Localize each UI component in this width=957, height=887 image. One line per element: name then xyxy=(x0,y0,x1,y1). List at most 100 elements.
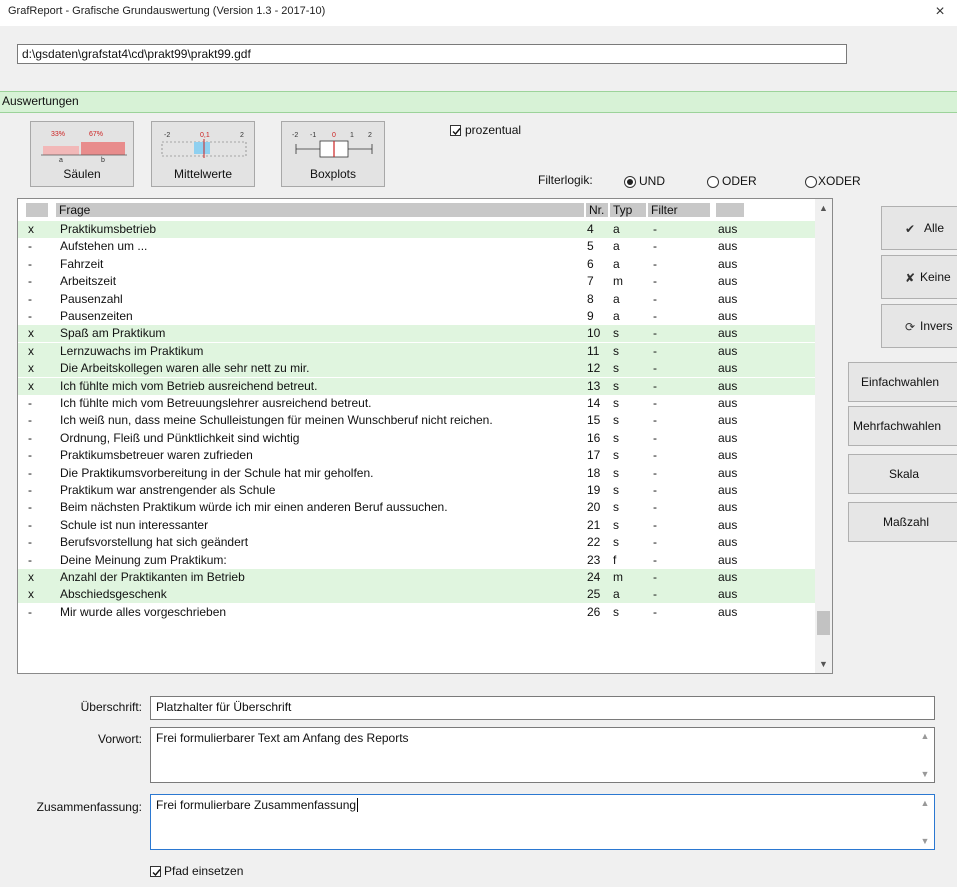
row-typ: s xyxy=(613,396,619,410)
scroll-up-icon[interactable]: ▲ xyxy=(920,731,930,741)
filterlogik-label: Filterlogik: xyxy=(538,173,593,187)
list-item[interactable]: - Pausenzahl 8 a - aus xyxy=(18,291,816,308)
einfachwahlen-button[interactable]: Einfachwahlen xyxy=(848,362,957,402)
row-filter: - xyxy=(653,239,657,254)
zusammenfassung-text: Frei formulierbare Zusammenfassung xyxy=(156,798,357,812)
mittelwerte-button[interactable]: -2 0,1 2 Mittelwerte xyxy=(151,121,255,187)
invers-button[interactable]: ⟳ Invers xyxy=(881,304,957,348)
list-item[interactable]: - Ordnung, Fleiß und Pünktlichkeit sind w… xyxy=(18,430,816,447)
invers-label: Invers xyxy=(920,319,953,333)
list-item[interactable]: - Praktikum war anstrengender als Schule 1… xyxy=(18,482,816,499)
list-item[interactable]: - Deine Meinung zum Praktikum: 23 f - aus xyxy=(18,552,816,569)
row-status: aus xyxy=(718,500,738,515)
scroll-thumb[interactable] xyxy=(817,611,830,635)
list-item[interactable]: - Ich fühlte mich vom Betreuungslehrer au… xyxy=(18,395,816,412)
row-filter: - xyxy=(653,361,657,376)
list-header: Frage Nr. Typ Filter xyxy=(18,203,748,217)
radio-oder[interactable] xyxy=(707,176,719,188)
row-filter: - xyxy=(653,517,657,532)
scroll-down-icon[interactable]: ▼ xyxy=(815,657,832,671)
row-mark: x xyxy=(28,326,34,341)
row-typ: s xyxy=(613,378,619,393)
list-item[interactable]: - Schule ist nun interessanter 21 s - aus xyxy=(18,517,816,534)
row-status: aus xyxy=(718,274,738,289)
list-item[interactable]: x Anzahl der Praktikanten im Betrieb 24 m - a… xyxy=(18,569,816,586)
ueberschrift-input[interactable]: Platzhalter für Überschrift xyxy=(150,696,935,720)
row-filter: - xyxy=(653,465,657,480)
icon-text: 1 xyxy=(350,132,354,139)
mittelwerte-label: Mittelwerte xyxy=(173,167,232,181)
list-item[interactable]: - Arbeitszeit 7 m - aus xyxy=(18,273,816,290)
row-frage: Arbeitszeit xyxy=(60,274,117,289)
row-nr: 13 xyxy=(587,378,601,393)
row-typ: s xyxy=(613,465,619,480)
list-item[interactable]: - Mir wurde alles vorgeschrieben 26 s - aus xyxy=(18,604,816,621)
row-typ: s xyxy=(613,343,619,358)
row-mark: x xyxy=(28,570,34,584)
row-filter: - xyxy=(653,570,657,584)
row-typ: a xyxy=(613,239,620,254)
scroll-down-icon[interactable]: ▼ xyxy=(920,836,930,846)
skala-button[interactable]: Skala xyxy=(848,454,957,494)
row-typ: a xyxy=(613,309,620,323)
icon-text: 2 xyxy=(368,132,372,139)
list-item[interactable]: - Beim nächsten Praktikum würde ich mir e… xyxy=(18,499,816,516)
bar-chart-icon: 33% 67% a b xyxy=(41,131,127,162)
list-item[interactable]: x Spaß am Praktikum 10 s - aus xyxy=(18,325,816,343)
row-mark: - xyxy=(28,291,32,306)
list-item[interactable]: - Die Praktikumsvorbereitung in der Schul… xyxy=(18,465,816,482)
icon-text: 0,1 xyxy=(200,132,210,139)
row-mark: - xyxy=(28,430,32,445)
file-path-field[interactable]: d:\gsdaten\grafstat4\cd\prakt99\prakt99.… xyxy=(17,44,847,64)
row-status: aus xyxy=(718,587,738,602)
row-mark: x xyxy=(28,378,34,393)
row-status: aus xyxy=(718,483,738,497)
list-item[interactable]: - Fahrzeit 6 a - aus xyxy=(18,256,816,273)
vorwort-textarea[interactable]: Frei formulierbarer Text am Anfang des R… xyxy=(150,727,935,783)
radio-xoder[interactable] xyxy=(805,176,817,188)
list-item[interactable]: - Aufstehen um ... 5 a - aus xyxy=(18,238,816,255)
row-filter: - xyxy=(653,500,657,515)
list-item[interactable]: x Ich fühlte mich vom Betrieb ausreichend… xyxy=(18,377,816,395)
masszahl-button[interactable]: Maßzahl xyxy=(848,502,957,542)
list-scrollbar[interactable]: ▲ ▼ xyxy=(815,199,832,673)
row-typ: a xyxy=(613,256,620,271)
scroll-up-icon[interactable]: ▲ xyxy=(815,201,832,215)
list-item[interactable]: x Abschiedsgeschenk 25 a - aus xyxy=(18,586,816,604)
radio-und[interactable] xyxy=(624,176,636,188)
row-mark: - xyxy=(28,604,32,619)
radio-und-label: UND xyxy=(639,174,665,188)
row-frage: Deine Meinung zum Praktikum: xyxy=(60,552,227,567)
header-filter: Filter xyxy=(648,203,710,217)
close-button[interactable]: × xyxy=(929,1,951,23)
alle-button[interactable]: ✔ Alle xyxy=(881,206,957,250)
saeulen-button[interactable]: 33% 67% a b Säulen xyxy=(30,121,134,187)
row-typ: m xyxy=(613,570,623,584)
row-nr: 16 xyxy=(587,430,601,445)
prozentual-checkbox[interactable] xyxy=(450,125,461,136)
pfad-label: Pfad einsetzen xyxy=(164,864,244,878)
row-typ: s xyxy=(613,448,619,463)
row-mark: - xyxy=(28,535,32,550)
row-nr: 14 xyxy=(587,396,601,410)
question-list[interactable]: Frage Nr. Typ Filter x Praktikumsbetrieb 4… xyxy=(17,198,833,674)
row-nr: 21 xyxy=(587,517,601,532)
row-status: aus xyxy=(718,552,738,567)
keine-button[interactable]: ✘ Keine xyxy=(881,255,957,299)
list-item[interactable]: x Lernzuwachs im Praktikum 11 s - aus xyxy=(18,342,816,360)
row-typ: s xyxy=(613,517,619,532)
pfad-checkbox[interactable] xyxy=(150,866,161,877)
row-filter: - xyxy=(653,535,657,550)
row-nr: 10 xyxy=(587,326,601,341)
list-item[interactable]: - Pausenzeiten 9 a - aus xyxy=(18,308,816,325)
list-item[interactable]: - Praktikumsbetreuer waren zufrieden 17 s - a… xyxy=(18,447,816,464)
list-item[interactable]: - Berufsvorstellung hat sich geändert 22 s -… xyxy=(18,534,816,551)
scroll-down-icon[interactable]: ▼ xyxy=(920,769,930,779)
boxplots-button[interactable]: -2 -1 0 1 2 Boxplots xyxy=(281,121,385,187)
scroll-up-icon[interactable]: ▲ xyxy=(920,798,930,808)
mehrfachwahlen-button[interactable]: Mehrfachwahlen xyxy=(848,406,957,446)
list-item[interactable]: - Ich weiß nun, dass meine Schulleistunge… xyxy=(18,412,816,429)
zusammenfassung-textarea[interactable]: Frei formulierbare Zusammenfassung ▲ ▼ xyxy=(150,794,935,850)
list-item[interactable]: x Die Arbeitskollegen waren alle sehr net… xyxy=(18,360,816,378)
list-item[interactable]: x Praktikumsbetrieb 4 a - aus xyxy=(18,221,816,238)
